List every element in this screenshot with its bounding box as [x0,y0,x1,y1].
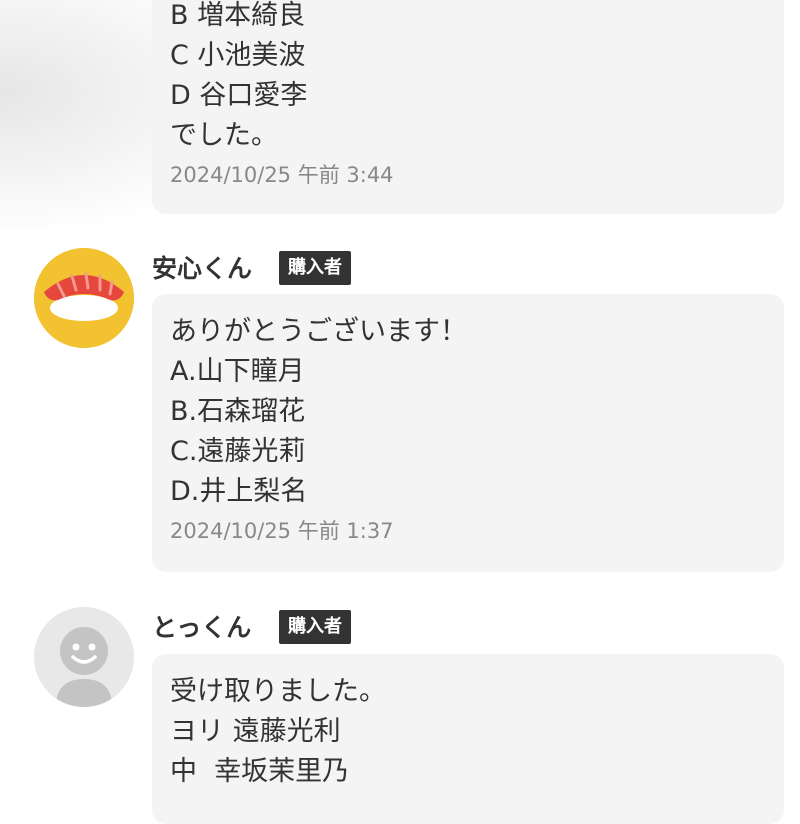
comment-line: A.山下瞳月 [170,356,305,387]
buyer-badge: 購入者 [279,251,351,285]
comment-line: B.石森瑠花 [170,396,306,427]
sushi-avatar-icon [34,248,134,348]
comment-timestamp: 2024/10/25 午前 3:44 [170,163,394,187]
comment-line: D.井上梨名 [170,476,308,507]
comment-line: でした。 [170,120,278,151]
user-avatar[interactable] [34,248,134,348]
comment-line: 受け取りました。 [170,676,386,707]
buyer-badge: 購入者 [279,610,351,644]
comment-line: D 谷口愛李 [170,80,308,111]
comment-line: C.遠藤光莉 [170,436,306,467]
comment-line: ありがとうございます！ [170,316,467,347]
comment-bubble: B 増本綺良 C 小池美波 D 谷口愛李 でした。 2024/10/25 午前 … [152,0,784,214]
comment-line: 中 幸坂茉里乃 [170,756,350,787]
username[interactable]: とっくん [152,611,251,645]
username[interactable]: 安心くん [152,252,252,286]
comment-line: C 小池美波 [170,40,306,71]
comment-line: ヨリ 遠藤光利 [170,716,341,747]
user-avatar[interactable] [34,607,134,707]
default-user-avatar-icon [34,607,134,707]
comment-line: B 増本綺良 [170,0,306,31]
comment-bubble: 受け取りました。 ヨリ 遠藤光利 中 幸坂茉里乃 [152,654,784,824]
comment-bubble: ありがとうございます！ A.山下瞳月 B.石森瑠花 C.遠藤光莉 D.井上梨名 … [152,294,784,572]
comment-timestamp: 2024/10/25 午前 1:37 [170,519,394,543]
